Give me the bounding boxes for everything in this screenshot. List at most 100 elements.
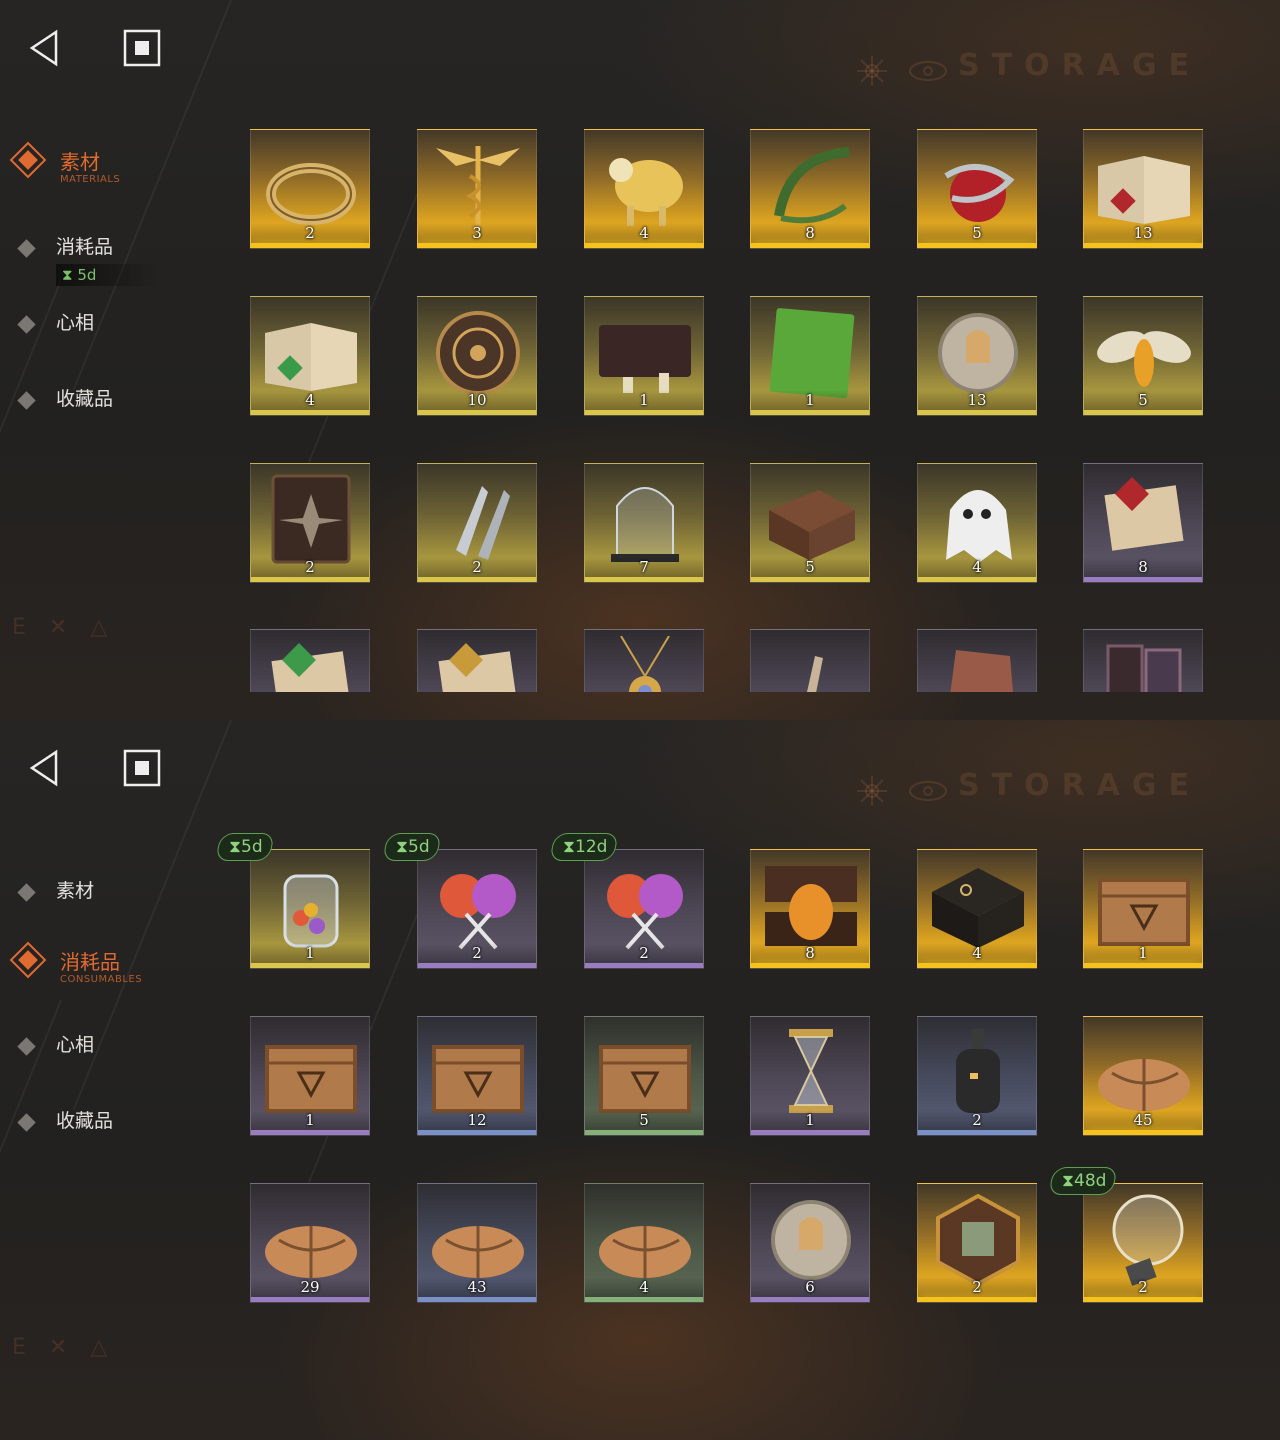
inventory-slot[interactable]: 2 — [250, 129, 370, 249]
green-rune-book-icon — [265, 323, 357, 391]
golden-crate-icon — [1098, 878, 1190, 946]
item-quantity: 3 — [472, 224, 482, 242]
menu-item-collectibles[interactable]: 收藏品 — [14, 376, 214, 426]
menu-label: 心相 — [56, 1034, 95, 1056]
hourglass-icon: ⧗ — [563, 837, 575, 857]
golden-sheep-icon — [609, 158, 683, 226]
item-quantity: 2 — [305, 224, 315, 242]
inventory-slot[interactable]: 45 — [1083, 1016, 1203, 1136]
inventory-slot[interactable]: 10 — [417, 296, 537, 416]
inventory-slot[interactable]: 2 — [250, 463, 370, 583]
inventory-slot[interactable] — [917, 629, 1037, 692]
inventory-slot[interactable]: 5 — [584, 1016, 704, 1136]
inventory-slot[interactable]: 13 — [1083, 129, 1203, 249]
astrolabe-icon — [436, 311, 520, 395]
menu-item-mindscape[interactable]: 心相 — [14, 300, 214, 350]
inventory-slot[interactable]: 3 — [417, 129, 537, 249]
inventory-slot[interactable]: 1 — [250, 849, 370, 969]
rarity-bar — [418, 1297, 536, 1302]
inventory-slot[interactable]: 4 — [917, 463, 1037, 583]
inventory-slot[interactable]: 43 — [417, 1183, 537, 1303]
inventory-slot[interactable]: 1 — [750, 1016, 870, 1136]
diamond-icon — [17, 315, 36, 334]
menu-item-materials[interactable]: 素材 — [14, 868, 214, 918]
inventory-slot[interactable]: 1 — [1083, 849, 1203, 969]
inventory-slot[interactable] — [750, 629, 870, 692]
expiry-timer-badge: ⧗48d — [1048, 1167, 1119, 1195]
inventory-slot[interactable]: 1 — [250, 1016, 370, 1136]
inventory-slot[interactable]: 1 — [750, 296, 870, 416]
item-quantity: 2 — [1138, 1278, 1148, 1296]
inventory-slot[interactable] — [250, 629, 370, 692]
timer-text: 5d — [240, 837, 263, 857]
timer-text: 48d — [1073, 1171, 1107, 1191]
item-quantity: 10 — [467, 391, 487, 409]
rarity-bar — [751, 243, 869, 248]
category-sidebar: 素材 消耗品 CONSUMABLES 心相 收藏品 — [0, 720, 230, 1440]
inventory-slot[interactable]: 13 — [917, 296, 1037, 416]
menu-item-mindscape[interactable]: 心相 — [14, 1022, 214, 1072]
inventory-slot[interactable] — [1083, 629, 1203, 692]
inventory-slot[interactable] — [584, 629, 704, 692]
inventory-slot[interactable]: 5 — [1083, 296, 1203, 416]
inventory-slot[interactable]: 4 — [584, 129, 704, 249]
parcel-icon — [599, 1226, 691, 1278]
active-diamond-icon — [9, 141, 47, 179]
inventory-slot[interactable]: 2 — [1083, 1183, 1203, 1303]
rarity-bar — [1084, 243, 1202, 248]
glowing-moth-icon — [1097, 331, 1191, 387]
rarity-bar — [251, 963, 369, 968]
inventory-slot[interactable]: 8 — [750, 129, 870, 249]
inventory-slot[interactable]: 4 — [917, 849, 1037, 969]
item-quantity: 1 — [805, 1111, 815, 1129]
snake-apple-icon — [944, 163, 1015, 222]
inventory-slot[interactable]: 7 — [584, 463, 704, 583]
hand-in-box-icon — [769, 490, 855, 560]
item-quantity: 8 — [805, 944, 815, 962]
menu-sublabel: CONSUMABLES — [60, 974, 143, 985]
inventory-slot[interactable]: 2 — [917, 1016, 1037, 1136]
menu-item-materials[interactable]: 素材 MATERIALS — [9, 140, 214, 190]
inventory-slot[interactable]: 8 — [1083, 463, 1203, 583]
inventory-slot[interactable]: 6 — [750, 1183, 870, 1303]
rarity-bar — [251, 1130, 369, 1135]
rarity-bar — [251, 577, 369, 582]
item-quantity: 13 — [1133, 224, 1153, 242]
inventory-slot[interactable]: 29 — [250, 1183, 370, 1303]
menu-item-collectibles[interactable]: 收藏品 — [14, 1098, 214, 1148]
inventory-slot[interactable]: 1 — [584, 296, 704, 416]
item-quantity: 12 — [467, 1111, 487, 1129]
rarity-bar — [1084, 1297, 1202, 1302]
inventory-slot[interactable]: 5 — [750, 463, 870, 583]
inventory-slot[interactable]: 4 — [584, 1183, 704, 1303]
inventory-slot[interactable]: 2 — [417, 849, 537, 969]
rarity-bar — [918, 410, 1036, 415]
menu-item-consumables[interactable]: 消耗品 CONSUMABLES — [9, 940, 214, 990]
inventory-slot[interactable]: 5 — [917, 129, 1037, 249]
inventory-slot[interactable]: 12 — [417, 1016, 537, 1136]
rarity-bar — [751, 577, 869, 582]
inventory-slot[interactable]: 2 — [917, 1183, 1037, 1303]
lollipops-icon — [440, 874, 516, 950]
item-quantity: 1 — [305, 1111, 315, 1129]
item-quantity: 43 — [467, 1278, 487, 1296]
item-quantity: 4 — [972, 944, 982, 962]
item-quantity: 2 — [472, 558, 482, 576]
glass-card-icon — [1106, 644, 1182, 692]
item-quantity: 4 — [639, 224, 649, 242]
item-quantity: 5 — [639, 1111, 649, 1129]
item-quantity: 7 — [639, 558, 649, 576]
wooden-crate-icon — [265, 1045, 357, 1113]
corner-glyph-icon: E ✕ △ — [12, 1335, 116, 1360]
item-quantity: 2 — [305, 558, 315, 576]
inventory-slot[interactable] — [417, 629, 537, 692]
item-grid: 2 3 4 8 5 13 4 10 1 1 13 5 2 2 7 5 4 8 — [240, 0, 1240, 692]
inventory-slot[interactable]: 4 — [250, 296, 370, 416]
menu-timer: ⧗ 5d — [56, 264, 162, 286]
inventory-slot[interactable]: 8 — [750, 849, 870, 969]
parcel-icon — [265, 1226, 357, 1278]
inventory-slot[interactable]: 2 — [584, 849, 704, 969]
inventory-slot[interactable]: 2 — [417, 463, 537, 583]
rarity-bar — [251, 1297, 369, 1302]
lollipops-icon — [607, 874, 683, 950]
